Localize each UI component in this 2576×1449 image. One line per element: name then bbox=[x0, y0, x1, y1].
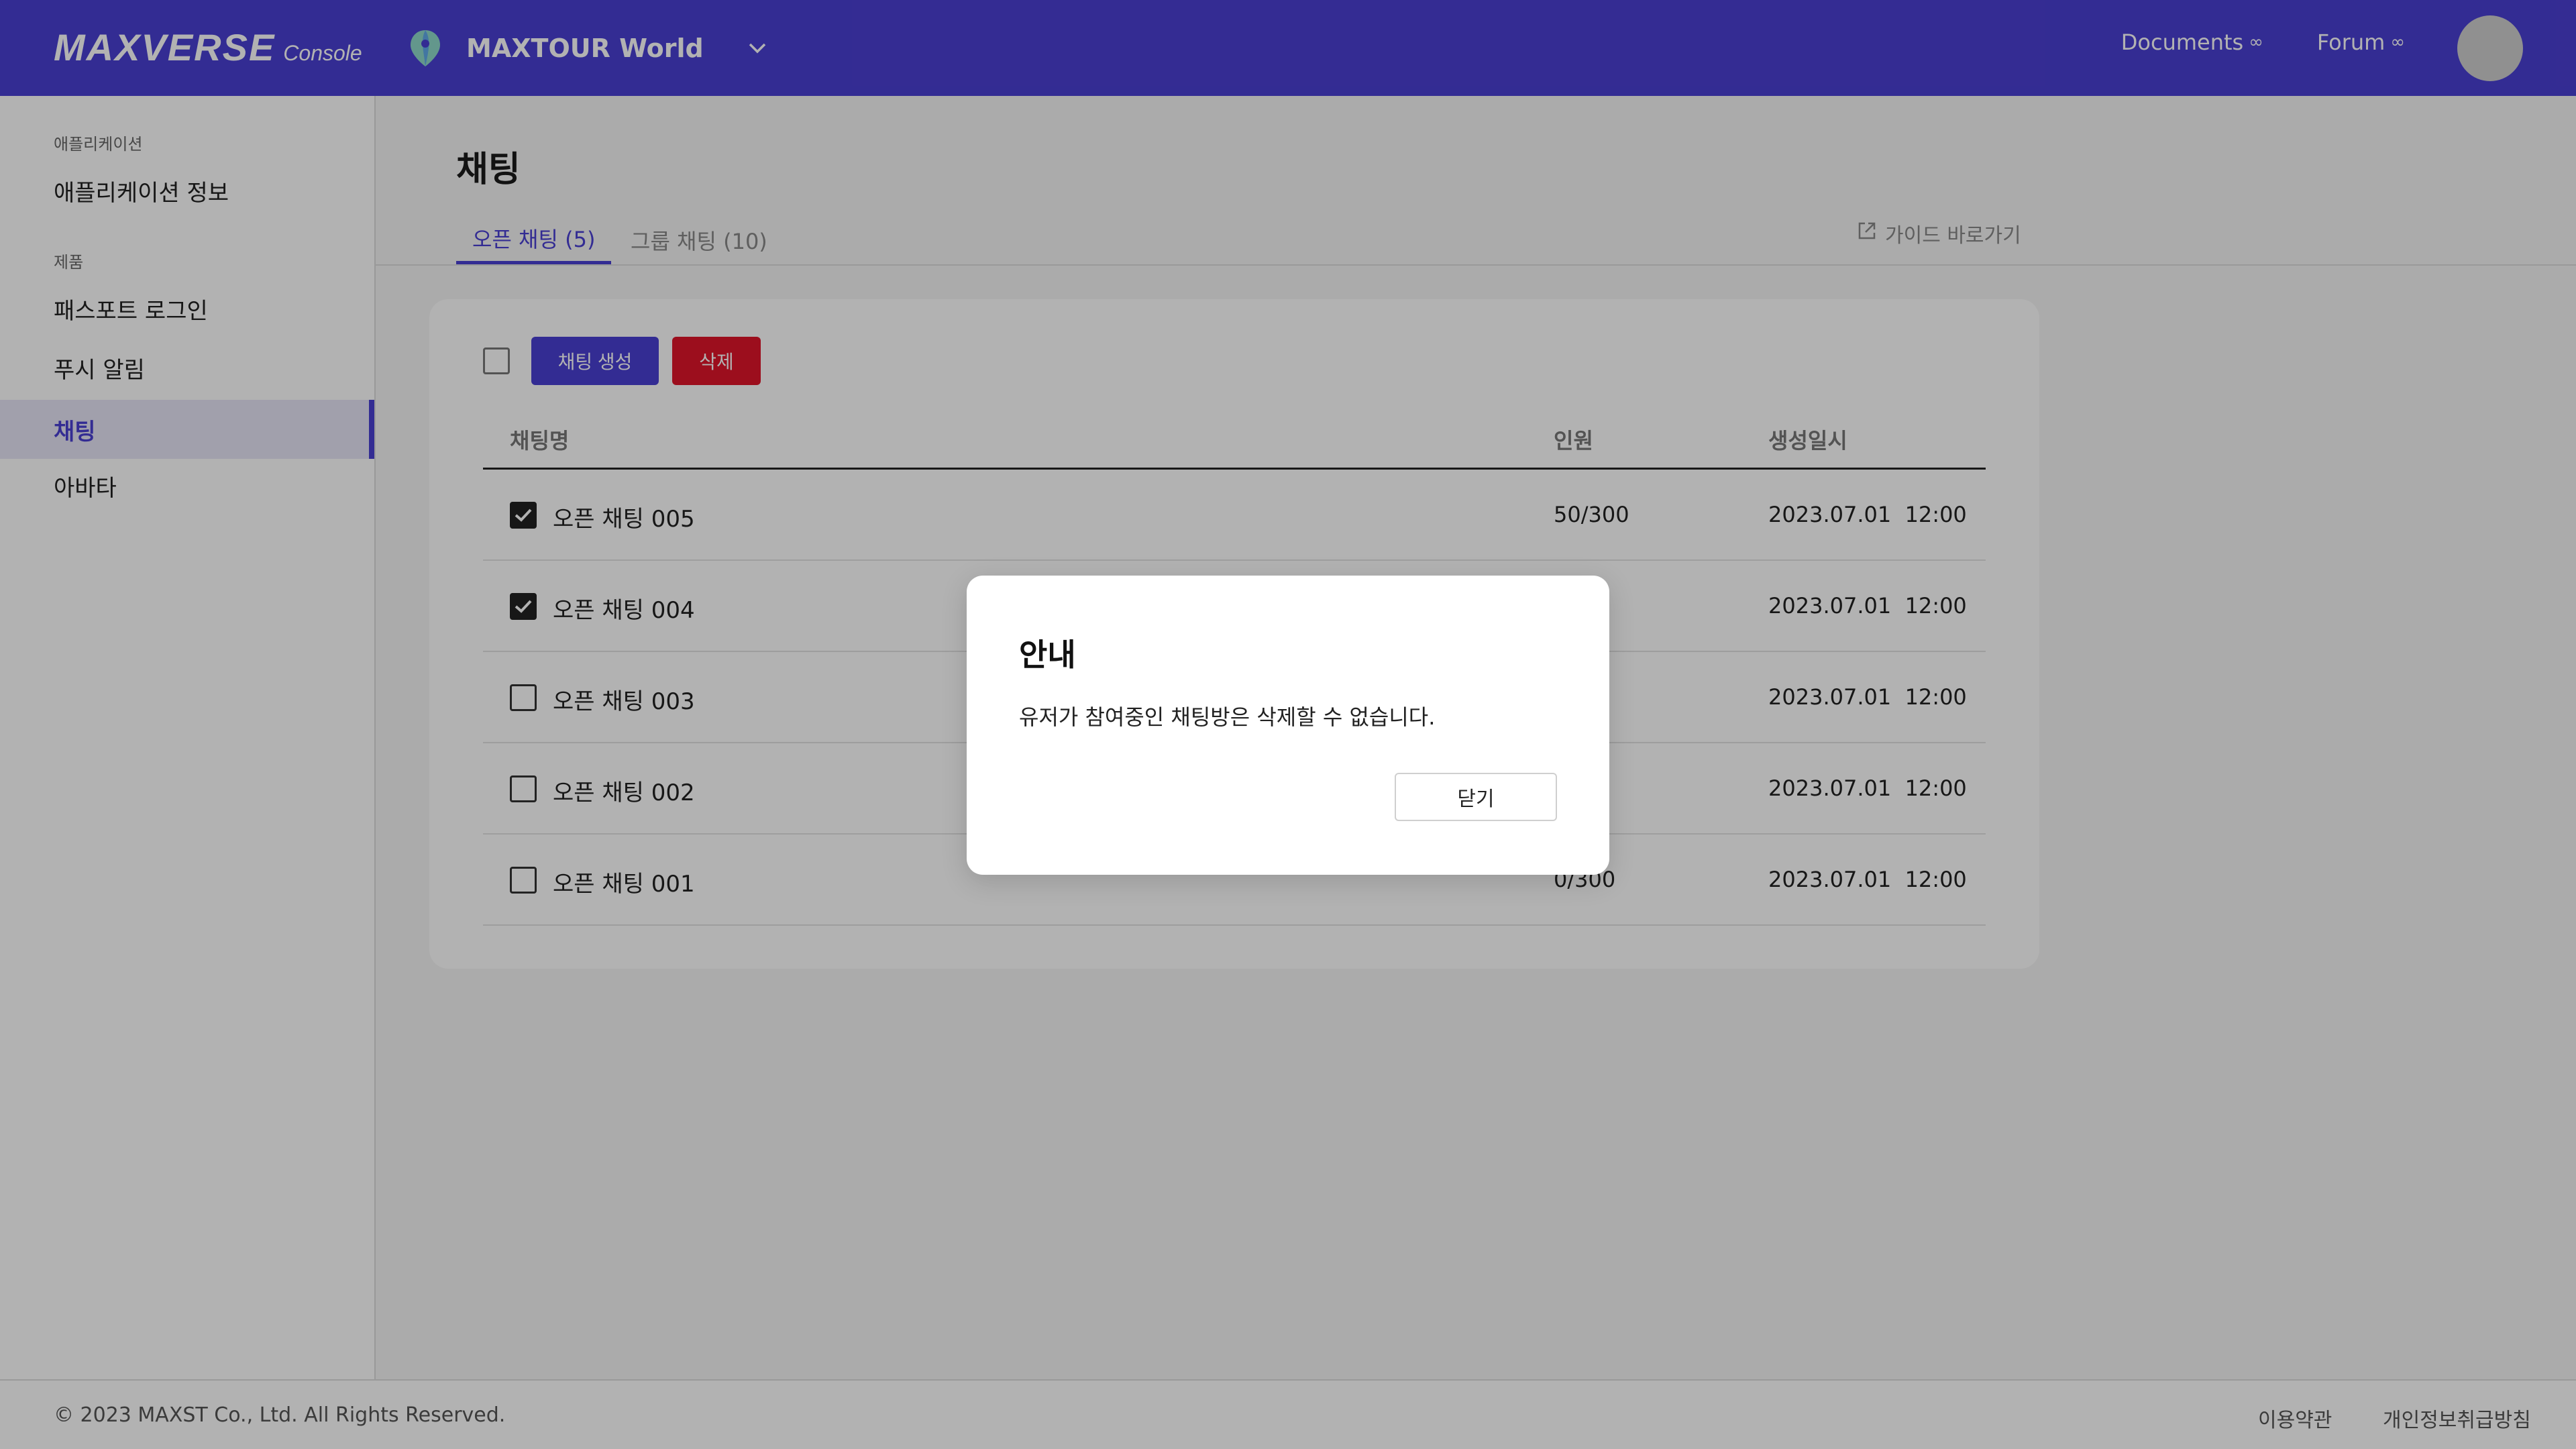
dialog-title: 안내 bbox=[1019, 637, 1076, 673]
notice-dialog: 안내 유저가 참여중인 채팅방은 삭제할 수 없습니다. 닫기 bbox=[967, 576, 1609, 875]
dialog-message: 유저가 참여중인 채팅방은 삭제할 수 없습니다. bbox=[1019, 704, 1436, 730]
console-app: MAXVERSE Console MAXTOUR World Documents… bbox=[0, 0, 2576, 1449]
close-button[interactable]: 닫기 bbox=[1395, 773, 1557, 821]
